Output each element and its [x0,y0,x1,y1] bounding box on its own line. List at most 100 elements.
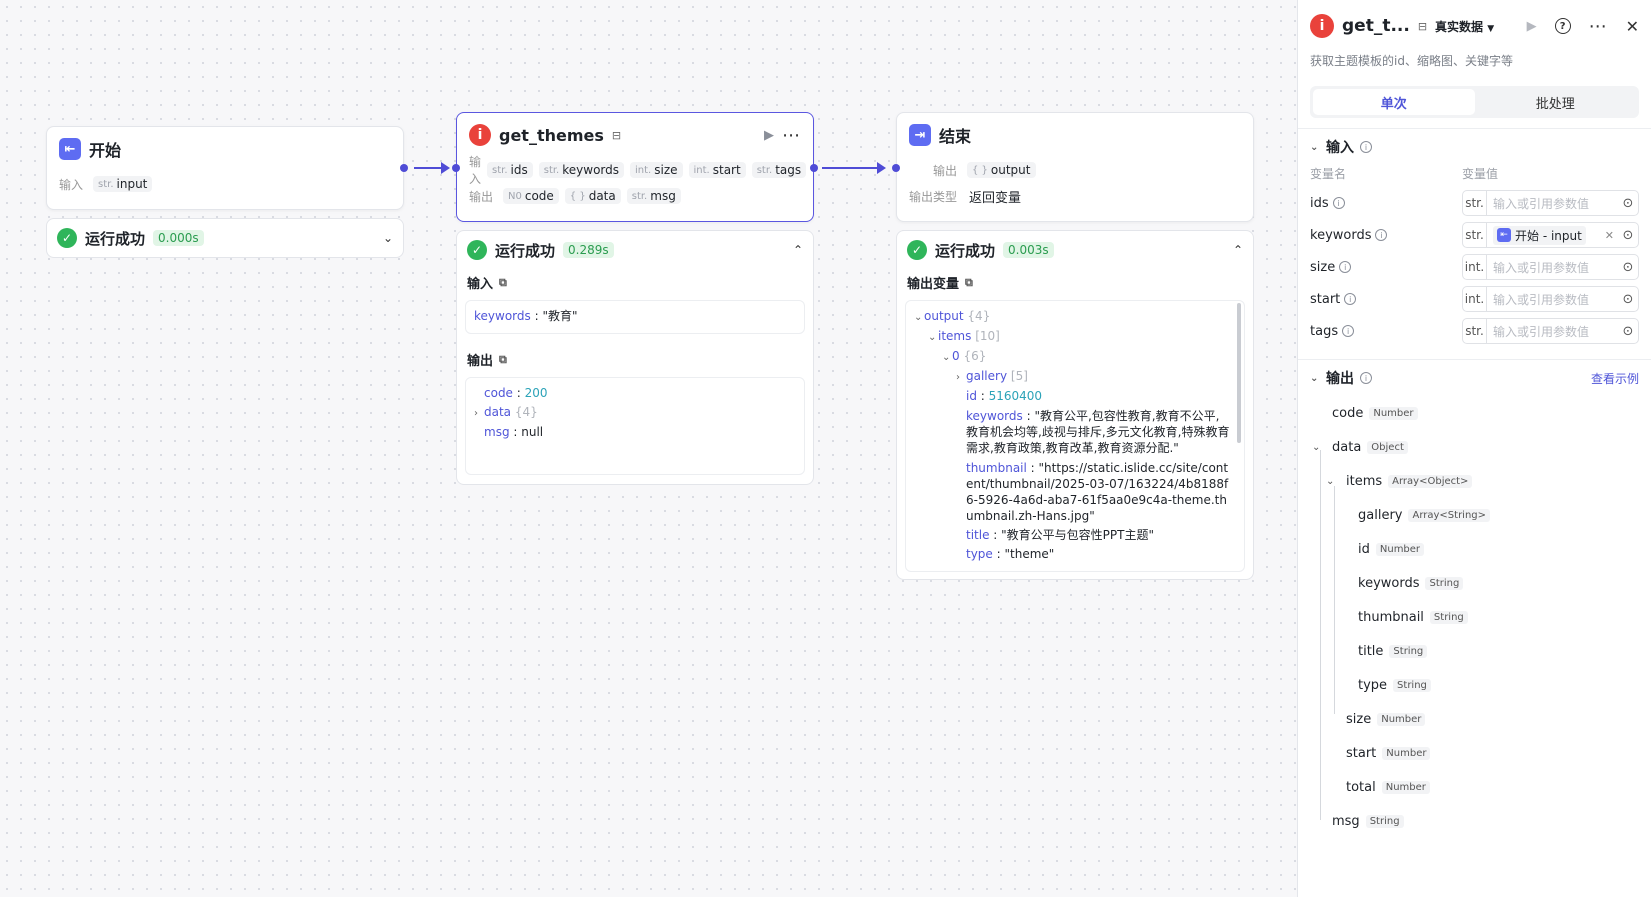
start-run-result[interactable]: ✓ 运行成功 0.000s ⌄ [46,218,404,258]
get-themes-output-port[interactable] [810,164,818,172]
get-themes-input-port[interactable] [452,164,460,172]
tree-guide-line [1320,450,1321,820]
info-icon: i [1360,372,1372,384]
tree-node-keywords: keywords String [1310,566,1639,600]
tree-node-gallery: gallery Array<String> [1310,498,1639,532]
output-section-header[interactable]: ⌄ 输出 i 查看示例 [1298,360,1651,396]
tags-input[interactable]: str. 输入或引用参数值 ⊙ [1462,318,1639,344]
tree-node-id: id Number [1310,532,1639,566]
run-time-badge: 0.289s [563,242,614,258]
start-output-port[interactable] [400,164,408,172]
help-icon[interactable]: ? [1554,18,1571,34]
run-status: 运行成功 [495,241,556,260]
chevron-down-icon: ⌄ [1310,141,1319,153]
reference-target-icon[interactable]: ⊙ [1618,292,1638,307]
reference-chip[interactable]: ⇤ 开始 - input [1493,225,1586,245]
get-themes-run-result[interactable]: ✓ 运行成功 0.289s ⌃ 输入 ⧉ keywords : "教育" 输出 … [456,230,814,485]
info-icon: i [1332,197,1345,209]
chevron-down-icon: ⌄ [1310,372,1319,384]
info-icon: i [1342,325,1355,337]
output-section-title: 输出 ⧉ [467,352,507,370]
end-run-result[interactable]: ✓ 运行成功 0.003s ⌃ 输出变量 ⧉ ⌄ output {4} ⌄ item… [896,230,1254,580]
islide-logo-icon: i [1310,14,1334,38]
edge-start-to-get-themes[interactable] [414,162,450,174]
data-mode-select[interactable]: 真实数据 ▼ [1435,18,1494,35]
workflow-canvas[interactable]: ⇤ 开始 输入 str. input ✓ 运行成功 0.000s ⌄ i get_… [0,0,1298,897]
input-section-header[interactable]: ⌄ 输入 i [1298,129,1651,165]
close-icon[interactable]: ✕ [1626,17,1639,36]
param-tag: str. ids [487,162,533,178]
plugin-icon: ⊟ [611,128,622,142]
field-start: start i int. 输入或引用参数值 ⊙ [1298,283,1651,315]
run-play-icon[interactable]: ▶ [764,128,774,143]
param-tag: str. msg [626,188,681,204]
node-title: 开始 [89,141,122,160]
copy-icon[interactable]: ⧉ [499,276,507,290]
chevron-up-icon[interactable]: ⌃ [1233,243,1243,257]
start-icon: ⇤ [59,138,81,160]
tree-node-total: total Number [1310,770,1639,804]
more-icon[interactable]: ⋯ [1589,16,1608,37]
tree-node-items[interactable]: ⌄ items Array<Object> [1310,464,1639,498]
end-node[interactable]: ⇥ 结束 输出 { } output 输出类型 返回变量 [896,112,1254,222]
run-time-badge: 0.000s [153,230,204,246]
output-tag: { } output [967,162,1036,178]
tab-single[interactable]: 单次 [1313,89,1475,115]
start-input[interactable]: int. 输入或引用参数值 ⊙ [1462,286,1639,312]
keywords-input[interactable]: str. ⇤ 开始 - input ✕ ⊙ [1462,222,1639,248]
scrollbar[interactable] [1237,303,1241,443]
size-input[interactable]: int. 输入或引用参数值 ⊙ [1462,254,1639,280]
data-toggle[interactable]: › data {4} [474,403,796,423]
input-tag: str. input [93,176,153,192]
copy-icon[interactable]: ⧉ [965,276,973,290]
success-check-icon: ✓ [467,240,487,260]
mode-tabs: 单次 批处理 [1310,86,1639,118]
start-icon: ⇤ [1497,228,1511,242]
field-ids: ids i str. 输入或引用参数值 ⊙ [1298,187,1651,219]
param-tag: str. tags [751,162,807,178]
success-check-icon: ✓ [57,228,77,248]
tree-node-code: code Number [1310,396,1639,430]
input-section-title: 输入 ⧉ [467,275,507,293]
end-icon: ⇥ [909,124,931,146]
view-example-link[interactable]: 查看示例 [1591,370,1639,387]
tree-node-data[interactable]: ⌄ data Object [1310,430,1639,464]
outputs-row: 输出 N0 code { } data str. msg [457,183,813,209]
tree-guide-line [1334,486,1335,714]
edge-get-themes-to-end[interactable] [822,162,886,174]
chevron-up-icon[interactable]: ⌃ [793,243,803,257]
copy-icon[interactable]: ⧉ [499,353,507,367]
reference-target-icon[interactable]: ⊙ [1618,196,1638,211]
reference-target-icon[interactable]: ⊙ [1618,260,1638,275]
start-node[interactable]: ⇤ 开始 输入 str. input [46,126,404,210]
chevron-down-icon[interactable]: ⌄ [383,231,393,245]
run-play-icon[interactable]: ▶ [1527,19,1537,34]
input-label: 输入 [59,177,84,192]
tree-node-size: size Number [1310,702,1639,736]
info-icon: i [1344,293,1357,305]
output-json[interactable]: ⌄ output {4} ⌄ items [10] ⌄ 0 {6} › gallery … [905,300,1245,572]
ids-input[interactable]: str. 输入或引用参数值 ⊙ [1462,190,1639,216]
inputs-row: 输入 str. ids str. keywords int. size int. sta… [457,155,813,186]
param-tag: { } data [564,188,621,204]
islide-logo-icon: i [469,124,491,146]
tree-node-title: title String [1310,634,1639,668]
reference-target-icon[interactable]: ⊙ [1618,228,1638,243]
tab-batch[interactable]: 批处理 [1475,89,1637,115]
more-icon[interactable]: ⋯ [782,125,801,146]
clear-icon[interactable]: ✕ [1605,229,1614,242]
reference-target-icon[interactable]: ⊙ [1618,324,1638,339]
run-status: 运行成功 [85,229,146,248]
run-status: 运行成功 [935,241,996,260]
output-vars-title: 输出变量 ⧉ [907,275,973,293]
tree-node-thumbnail: thumbnail String [1310,600,1639,634]
run-time-badge: 0.003s [1003,242,1054,258]
node-detail-panel: i get_t... ⊟ 真实数据 ▼ ▶ ? ⋯ ✕ 获取主题模板的id、缩略… [1298,0,1651,897]
node-title: 结束 [939,127,972,146]
get-themes-node[interactable]: i get_themes ⊟ ▶ ⋯ 输入 str. ids str. keywor… [456,112,814,222]
end-input-port[interactable] [892,164,900,172]
chevron-down-icon: ⌄ [1326,475,1335,487]
param-tag: int. size [630,162,683,178]
input-json: keywords : "教育" [465,300,805,334]
tree-node-start: start Number [1310,736,1639,770]
